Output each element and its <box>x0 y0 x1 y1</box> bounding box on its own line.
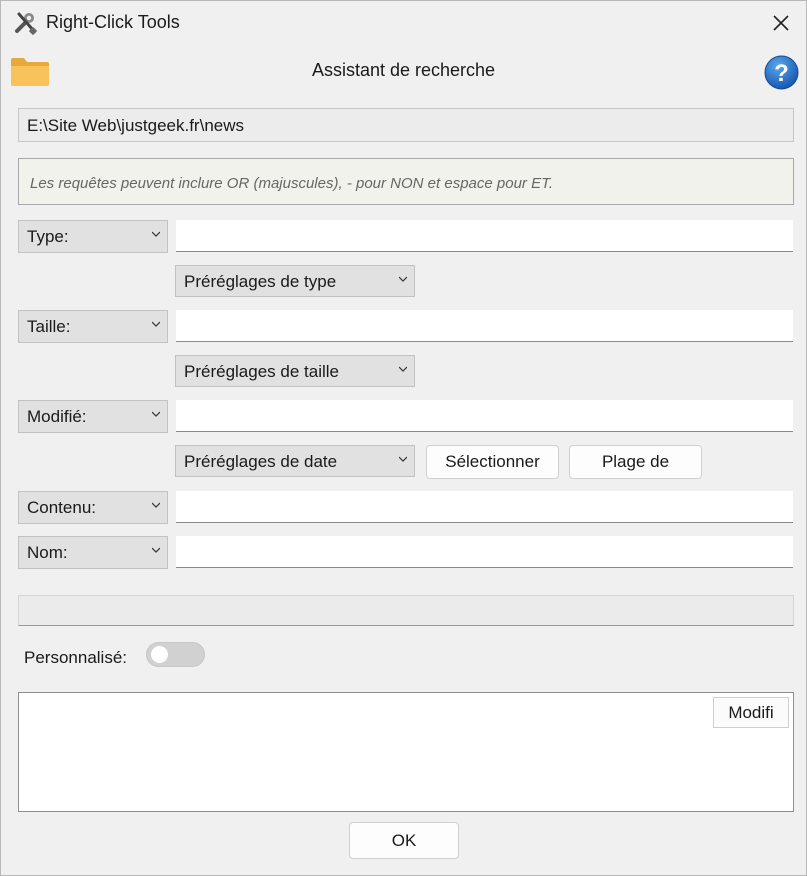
size-presets-label: Préréglages de taille <box>184 362 339 381</box>
type-filter-dropdown[interactable]: Type: <box>18 220 168 253</box>
query-preview-bar <box>18 595 794 626</box>
modified-filter-label: Modifié: <box>27 407 87 426</box>
chevron-down-icon <box>152 547 160 553</box>
content-filter-label: Contenu: <box>27 498 96 517</box>
modified-filter-dropdown[interactable]: Modifié: <box>18 400 168 433</box>
size-presets-dropdown[interactable]: Préréglages de taille <box>175 355 415 387</box>
svg-text:?: ? <box>774 60 789 87</box>
custom-label: Personnalisé: <box>24 648 128 667</box>
name-filter-label: Nom: <box>27 543 68 562</box>
page-title: Assistant de recherche <box>311 60 496 80</box>
chevron-down-icon <box>399 366 407 372</box>
tools-icon <box>14 10 38 36</box>
type-presets-label: Préréglages de type <box>184 272 337 291</box>
chevron-down-icon <box>152 231 160 237</box>
window-title: Right-Click Tools <box>46 12 180 32</box>
search-path-field[interactable]: E:\Site Web\justgeek.fr\news <box>18 108 794 142</box>
dialog-window: Right-Click Tools Assistant de recherche… <box>0 0 807 876</box>
custom-toggle[interactable] <box>146 642 205 667</box>
query-hint: Les requêtes peuvent inclure OR (majuscu… <box>18 158 794 205</box>
name-input[interactable] <box>176 536 793 568</box>
close-button[interactable] <box>761 5 801 41</box>
date-presets-label: Préréglages de date <box>184 452 338 471</box>
help-icon[interactable]: ? <box>764 55 799 90</box>
date-range-button[interactable]: Plage de <box>569 445 702 479</box>
chevron-down-icon <box>399 456 407 462</box>
size-filter-dropdown[interactable]: Taille: <box>18 310 168 343</box>
modify-button[interactable]: Modifi <box>713 697 789 728</box>
type-input[interactable] <box>176 220 793 252</box>
chevron-down-icon <box>399 276 407 282</box>
chevron-down-icon <box>152 411 160 417</box>
size-filter-label: Taille: <box>27 317 71 336</box>
content-filter-dropdown[interactable]: Contenu: <box>18 491 168 524</box>
type-presets-dropdown[interactable]: Préréglages de type <box>175 265 415 297</box>
select-date-button[interactable]: Sélectionner <box>426 445 559 479</box>
content-input[interactable] <box>176 491 793 523</box>
close-icon <box>773 15 789 31</box>
size-input[interactable] <box>176 310 793 342</box>
chevron-down-icon <box>152 502 160 508</box>
type-filter-label: Type: <box>27 227 69 246</box>
toggle-knob <box>151 646 168 663</box>
chevron-down-icon <box>152 321 160 327</box>
query-textarea[interactable] <box>18 692 794 812</box>
ok-button[interactable]: OK <box>349 822 459 859</box>
modified-input[interactable] <box>176 400 793 432</box>
date-presets-dropdown[interactable]: Préréglages de date <box>175 445 415 477</box>
name-filter-dropdown[interactable]: Nom: <box>18 536 168 569</box>
